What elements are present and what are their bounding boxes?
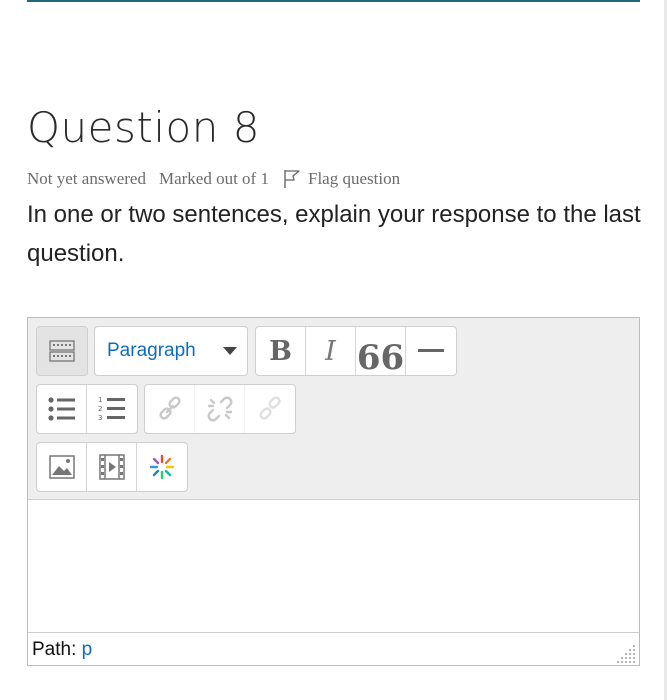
link-button[interactable]: [145, 385, 195, 433]
link-group: [144, 384, 296, 434]
horizontal-rule-button[interactable]: [406, 327, 456, 375]
list-group: 123: [36, 384, 138, 434]
manage-files-button[interactable]: [137, 443, 187, 491]
paragraph-format-value: Paragraph: [107, 340, 196, 361]
text-style-group: B I 66: [255, 326, 457, 376]
paragraph-format-select[interactable]: Paragraph: [95, 327, 247, 375]
question-title: Question 8: [27, 103, 260, 152]
bold-button[interactable]: B: [256, 327, 306, 375]
editor-toolbar: Paragraph B I 66 1 2 3: [28, 318, 639, 500]
flag-question-link[interactable]: Flag question: [283, 169, 400, 189]
question-marks: Marked out of 1: [158, 169, 269, 188]
path-label: Path:: [32, 639, 77, 660]
insert-image-button[interactable]: [37, 443, 87, 491]
link-icon: [158, 396, 181, 420]
flag-icon: [284, 170, 300, 188]
bullet-list-button[interactable]: [37, 385, 87, 433]
italic-icon: I: [325, 335, 336, 367]
question-text: In one or two sentences, explain your re…: [27, 201, 641, 267]
numbered-list-button[interactable]: 123: [87, 385, 137, 433]
bold-icon: B: [269, 335, 292, 367]
svg-text:2: 2: [98, 405, 102, 413]
path-element-link[interactable]: p: [82, 639, 93, 660]
toolbar-toggle-button[interactable]: [37, 327, 87, 375]
numbered-list-icon: 123: [98, 396, 125, 422]
format-select-group: Paragraph: [94, 326, 248, 376]
question-state: Not yet answered: [27, 169, 146, 188]
question-info: Not yet answered Marked out of 1 Flag qu…: [27, 169, 400, 189]
recordrtc-sparkle-icon: [149, 454, 175, 480]
unlink-button[interactable]: [195, 385, 245, 433]
horizontal-rule-icon: [418, 349, 444, 352]
flag-question-label: Flag question: [307, 169, 401, 188]
top-divider: [27, 0, 640, 2]
editor-content-area[interactable]: [28, 500, 639, 632]
keyboard-icon: [49, 340, 75, 362]
media-group: [36, 442, 188, 492]
italic-button[interactable]: I: [306, 327, 356, 375]
editor-statusbar: Path: p: [28, 632, 639, 665]
anchor-link-icon: [259, 396, 281, 420]
blockquote-button[interactable]: 66: [356, 327, 406, 375]
toolbar-toggle-group: [36, 326, 88, 376]
image-icon: [48, 455, 75, 479]
svg-text:1: 1: [98, 396, 102, 404]
blockquote-icon: 66: [356, 338, 405, 376]
resize-handle-icon[interactable]: [615, 643, 637, 663]
text-editor: Paragraph B I 66 1 2 3 Path: p: [27, 317, 640, 666]
chevron-down-icon: [223, 347, 237, 355]
insert-media-button[interactable]: [87, 443, 137, 491]
svg-text:3: 3: [98, 414, 102, 422]
film-icon: [98, 454, 125, 480]
bullet-list-icon: [47, 397, 75, 421]
unlink-icon: [207, 396, 232, 422]
anchor-button[interactable]: [245, 385, 295, 433]
